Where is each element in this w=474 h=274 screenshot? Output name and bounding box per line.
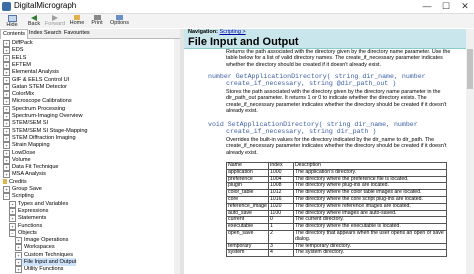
- toolbar: Hide Back Forward Home Print Options: [0, 14, 474, 28]
- navigation-label: Navigation:: [188, 29, 218, 35]
- tree-item-label: Objects: [18, 229, 37, 236]
- tree-item-label: LowDose: [12, 149, 36, 156]
- table-row: system 4 The system directory.: [226, 249, 447, 258]
- table-cell: 4: [267, 249, 294, 258]
- intro-paragraph: Returns the path associated with the dir…: [226, 49, 451, 68]
- tree-item-label: GIF & EELS Control UI: [12, 76, 70, 83]
- window-title: DigitalMicrograph: [14, 1, 77, 10]
- print-label: Print: [91, 20, 103, 26]
- tree-item-label: STEM Diffraction Imaging: [12, 134, 76, 141]
- tree-item-label: File Input and Output: [24, 259, 77, 265]
- tree-item-label: Strain Mapping: [12, 142, 50, 149]
- set-description: Overrides the built-in values for the di…: [226, 137, 447, 156]
- tree-item-label: Functions: [18, 222, 43, 229]
- expand-icon[interactable]: +: [15, 266, 22, 274]
- tree-item-label: Group Save: [12, 186, 42, 192]
- tab-contents[interactable]: Contents: [0, 29, 29, 39]
- table-cell: 2: [267, 229, 294, 244]
- back-button[interactable]: Back: [23, 14, 45, 28]
- tree-item-label: Microscope Calibrations: [12, 98, 72, 105]
- hide-button[interactable]: Hide: [1, 14, 23, 28]
- tree-item-label: ColorMix: [12, 91, 35, 98]
- tree-item-label: DiffPack: [12, 40, 33, 46]
- tree-item-label: Types and Variables: [18, 200, 69, 207]
- navigation-bar: Navigation: Scripting >: [184, 29, 466, 36]
- breadcrumb-link[interactable]: Scripting >: [219, 29, 245, 35]
- hide-label: Hide: [6, 22, 18, 28]
- tree-item-label: Volume: [12, 156, 31, 163]
- signature-get-line2: create_if_necessary, string @dir_path_ou…: [226, 80, 397, 88]
- app-icon: [2, 2, 11, 11]
- forward-label: Forward: [44, 21, 66, 27]
- tab-favourites[interactable]: Favourites: [62, 29, 92, 38]
- tree-item-label: Custom Techniques: [24, 251, 74, 258]
- tree-item-label: Statements: [18, 215, 47, 222]
- tree-item-label: MSA Analysis: [12, 171, 46, 178]
- directory-table: Name Index Description application 1000 The a…: [226, 162, 447, 258]
- signature-set-line2: create_if_necessary, string dir_path ): [226, 128, 377, 136]
- table-row: open_save 2 The directory that appears whe…: [226, 229, 447, 244]
- tree-item-label: Scripting: [12, 193, 34, 200]
- maximize-button[interactable]: ☐: [437, 0, 455, 13]
- forward-button[interactable]: Forward: [44, 14, 66, 28]
- nav-tabs: Contents Index Search Favourites: [0, 29, 180, 39]
- home-button[interactable]: Home: [66, 14, 88, 28]
- tree-item-label: Expressions: [18, 207, 49, 214]
- tab-search[interactable]: Search: [42, 29, 63, 38]
- home-label: Home: [69, 20, 85, 26]
- document-icon[interactable]: [3, 178, 7, 184]
- scrollbar-thumb[interactable]: [467, 49, 473, 89]
- tree-item-label: Utility Functions: [24, 266, 64, 273]
- back-label: Back: [27, 21, 41, 27]
- topic-header: File Input and Output: [184, 36, 466, 49]
- signature-set-line1: void SetApplicationDirectory( string dir…: [208, 121, 418, 128]
- tree-item-label: Workspaces: [24, 244, 55, 251]
- table-cell: open_save: [226, 229, 269, 244]
- tree-item-label: Data Fit Technique: [12, 164, 59, 171]
- get-description: Stores the path associated with the dire…: [226, 89, 447, 114]
- print-button[interactable]: Print: [86, 14, 108, 28]
- table-cell: The directory that appears when the user…: [292, 229, 447, 244]
- table-cell: system: [226, 249, 269, 258]
- content-scrollbar[interactable]: [466, 29, 474, 274]
- table-cell: The system directory.: [292, 249, 447, 258]
- title-bar: DigitalMicrograph — ☐ ✕: [0, 0, 474, 14]
- options-button[interactable]: Options: [107, 14, 132, 28]
- contents-tree: + DiffPack + EDS + EELS + EFTEM + Elemental Analy…: [0, 39, 175, 274]
- tree-item-label: EELS: [12, 54, 27, 61]
- minimize-button[interactable]: —: [418, 0, 436, 13]
- tree-item[interactable]: + Utility Functions: [15, 265, 64, 274]
- tree-item-label: Spectrum-Imaging Overview: [12, 113, 83, 119]
- topic-content: Returns the path associated with the dir…: [184, 49, 466, 274]
- tree-item-label: STEM/SEM SI: [12, 120, 49, 127]
- tree-item-label: EDS: [12, 47, 24, 54]
- tree-item-label: Spectrum Processing: [12, 105, 66, 112]
- options-label: Options: [110, 20, 129, 26]
- signature-set: void SetApplicationDirectory( string dir…: [208, 121, 418, 136]
- tree-item-label: STEM/SEM SI Stage-Mapping: [12, 127, 88, 134]
- page-title: File Input and Output: [188, 36, 299, 48]
- tree-item-label: Credits: [9, 178, 27, 185]
- tree-item-label: EFTEM: [12, 61, 31, 68]
- tree-item-label: Image Operations: [24, 237, 69, 244]
- tree-item-label: Gatan STEM Detector: [12, 83, 68, 90]
- close-button[interactable]: ✕: [456, 0, 474, 13]
- hide-icon: [7, 15, 17, 22]
- signature-get-line1: number GetApplicationDirectory( string d…: [208, 73, 426, 80]
- signature-get: number GetApplicationDirectory( string d…: [208, 73, 426, 88]
- tree-item-label: Elemental Analysis: [12, 69, 59, 76]
